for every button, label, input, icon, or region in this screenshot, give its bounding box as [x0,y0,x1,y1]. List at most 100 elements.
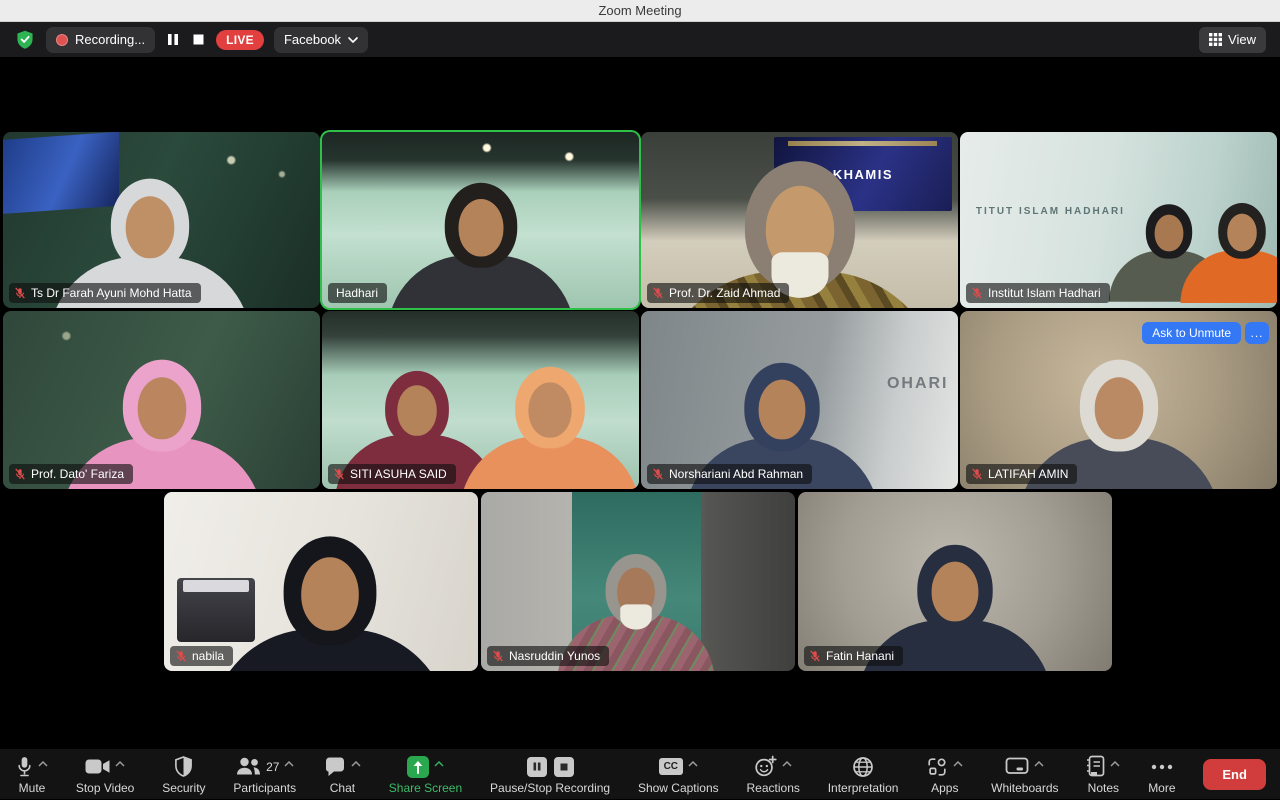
chevron-up-icon[interactable] [351,761,361,767]
participant-name-tag: Norshariani Abd Rahman [647,464,812,484]
recording-dot-icon [56,34,68,46]
participant-name-tag: Nasruddin Yunos [487,646,609,666]
video-tile-institut[interactable]: TITUT ISLAM HADHARI Institut Islam Hadha… [960,132,1277,308]
participant-name-tag: nabila [170,646,233,666]
stop-icon [193,34,204,45]
pause-icon [533,762,541,771]
apps-icon [926,756,948,778]
whiteboard-icon [1005,757,1029,776]
video-camera-icon [85,758,110,775]
chevron-up-icon[interactable] [115,761,125,767]
recording-label: Recording... [75,32,145,47]
muted-mic-icon [971,287,983,299]
video-tile-farah[interactable]: Ts Dr Farah Ayuni Mohd Hatta [3,132,320,308]
participant-name: Fatin Hanani [826,649,894,663]
pause-recording-button[interactable] [527,757,547,777]
video-tile-zaid[interactable]: KHAMIS Prof. Dr. Zaid Ahmad [641,132,958,308]
portrait-video-strip [572,492,701,671]
security-button[interactable]: Security [162,755,205,794]
participant-name-tag: SITI ASUHA SAID [328,464,456,484]
video-tile-fariza[interactable]: Prof. Dato' Fariza [3,311,320,489]
video-tile-fatin[interactable]: Fatin Hanani [798,492,1112,671]
pause-recording-topbar-button[interactable] [165,31,181,48]
stop-video-button[interactable]: Stop Video [76,755,135,794]
stream-target-dropdown[interactable]: Facebook [274,27,368,53]
muted-mic-icon [14,287,26,299]
chevron-up-icon[interactable] [1034,761,1044,767]
stop-icon [560,763,568,771]
video-tile-nasruddin[interactable]: Nasruddin Yunos [481,492,795,671]
chevron-up-icon[interactable] [953,761,963,767]
bottom-toolbar: Mute Stop Video Security [0,749,1280,799]
interpretation-button[interactable]: Interpretation [828,755,899,794]
participant-name-tag: Hadhari [328,283,387,303]
tool-label: Apps [931,782,958,794]
muted-mic-icon [971,468,983,480]
meeting-info-shield-button[interactable] [14,28,36,51]
more-button[interactable]: More [1148,755,1175,794]
tool-label: Show Captions [638,782,719,794]
reactions-button[interactable]: Reactions [747,755,800,794]
video-tile-norshariani[interactable]: OHARI Norshariani Abd Rahman [641,311,958,489]
whiteboards-button[interactable]: Whiteboards [991,755,1058,794]
video-gallery: Ts Dr Farah Ayuni Mohd Hatta Hadhari KHA… [0,57,1280,749]
ask-to-unmute-button[interactable]: Ask to Unmute [1142,322,1241,344]
stop-recording-button[interactable] [554,757,574,777]
tool-label: Security [162,782,205,794]
video-feed [322,311,639,489]
view-button[interactable]: View [1199,27,1266,53]
participant-name-tag: Fatin Hanani [804,646,903,666]
ellipsis-icon [1151,764,1173,770]
video-tile-nabila[interactable]: nabila [164,492,478,671]
participant-name: Prof. Dato' Fariza [31,467,124,481]
chevron-up-icon[interactable] [782,761,792,767]
video-tile-siti-asuha[interactable]: SITI ASUHA SAID [322,311,639,489]
video-feed: KHAMIS [641,132,958,308]
muted-mic-icon [175,650,187,662]
stop-recording-topbar-button[interactable] [191,32,206,47]
end-button[interactable]: End [1203,759,1266,790]
participant-name: Prof. Dr. Zaid Ahmad [669,286,780,300]
video-feed: OHARI [641,311,958,489]
share-screen-icon [407,756,429,778]
top-toolbar: Recording... LIVE Facebook View [0,22,1280,57]
chevron-up-icon[interactable] [1110,761,1120,767]
window-titlebar: Zoom Meeting [0,0,1280,22]
participant-name: Hadhari [336,286,378,300]
chevron-down-icon [348,37,358,43]
mute-button[interactable]: Mute [16,755,48,794]
unmute-more-options-button[interactable]: ... [1245,322,1269,344]
apps-button[interactable]: Apps [926,755,963,794]
chevron-up-icon[interactable] [434,761,444,767]
share-screen-button[interactable]: Share Screen [389,755,462,794]
view-label: View [1228,32,1256,47]
notes-button[interactable]: Notes [1086,755,1120,794]
chevron-up-icon[interactable] [38,761,48,767]
participants-button[interactable]: 27 Participants [233,755,296,794]
participant-name-tag: Prof. Dr. Zaid Ahmad [647,283,789,303]
participant-name: Ts Dr Farah Ayuni Mohd Hatta [31,286,192,300]
tool-label: Interpretation [828,782,899,794]
participant-name: LATIFAH AMIN [988,467,1068,481]
shield-icon [174,756,193,777]
cc-icon: CC [659,758,683,775]
tool-label: Stop Video [76,782,135,794]
pause-icon [167,33,179,46]
participant-name-tag: Ts Dr Farah Ayuni Mohd Hatta [9,283,201,303]
participant-name: nabila [192,649,224,663]
video-tile-hadhari-active-speaker[interactable]: Hadhari [322,132,639,308]
participant-name-tag: Prof. Dato' Fariza [9,464,133,484]
show-captions-button[interactable]: CC Show Captions [638,755,719,794]
video-feed: TITUT ISLAM HADHARI [960,132,1277,308]
smiley-plus-icon [754,755,777,778]
globe-icon [852,756,874,778]
stream-target-label: Facebook [284,32,341,47]
video-tile-latifah[interactable]: Ask to Unmute ... LATIFAH AMIN [960,311,1277,489]
chevron-up-icon[interactable] [284,761,294,767]
participants-icon [235,757,262,776]
chat-button[interactable]: Chat [324,755,361,794]
muted-mic-icon [14,468,26,480]
chevron-up-icon[interactable] [688,761,698,767]
video-feed [164,492,478,671]
video-feed [798,492,1112,671]
